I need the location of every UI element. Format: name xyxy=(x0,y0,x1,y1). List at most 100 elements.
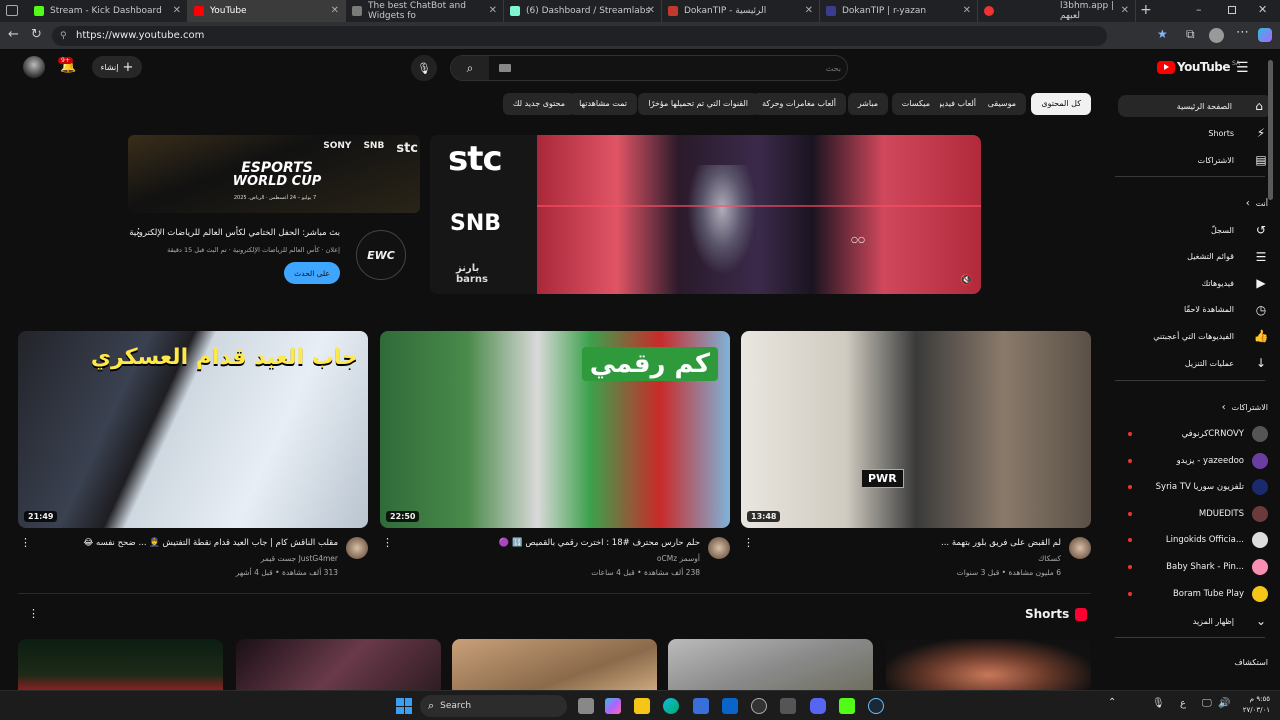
chip-filter[interactable]: مباشر xyxy=(847,93,888,115)
video-channel[interactable]: JustG4mer جست قيمر xyxy=(261,554,338,563)
tab-kick-dashboard[interactable]: Stream - Kick Dashboard ✕ xyxy=(28,0,188,22)
url-field[interactable]: ⚲ https://www.youtube.com xyxy=(52,26,1107,46)
channel-avatar[interactable] xyxy=(346,537,368,559)
discord-icon[interactable] xyxy=(810,698,826,714)
tab-close-icon[interactable]: ✕ xyxy=(1121,5,1129,16)
sidebar-subscription[interactable]: كرنوفيCRNOVY xyxy=(1122,423,1268,445)
tab-close-icon[interactable]: ✕ xyxy=(963,5,971,16)
store-icon[interactable] xyxy=(693,698,709,714)
new-tab-button[interactable]: + xyxy=(1140,2,1152,18)
close-window-button[interactable]: ✕ xyxy=(1258,3,1267,16)
sidebar-item[interactable]: ▶ فيديوهاتك xyxy=(1122,272,1268,294)
outlook-icon[interactable] xyxy=(722,698,738,714)
clock[interactable]: ٩:٥٥ م ٢٧/٠٣/٠١ xyxy=(1236,694,1270,716)
sidebar-you-header[interactable]: أنت › xyxy=(1122,192,1268,214)
channel-avatar[interactable] xyxy=(708,537,730,559)
obs-icon[interactable] xyxy=(751,698,767,714)
create-button[interactable]: + إنشاء xyxy=(92,56,142,78)
tab-close-icon[interactable]: ✕ xyxy=(331,5,339,16)
video-title[interactable]: مقلب الناقش كام | جاب العيد قدام نقطة ال… xyxy=(83,538,338,548)
tab-close-icon[interactable]: ✕ xyxy=(489,5,497,16)
short-thumbnail[interactable] xyxy=(886,639,1091,690)
steam-icon[interactable] xyxy=(868,698,884,714)
tab-youtube[interactable]: YouTube ✕ xyxy=(188,0,346,22)
edge-icon[interactable] xyxy=(663,698,679,714)
video-card[interactable]: كم رقمي 22:50 حلم حارس محترف #18 : اخترت ر… xyxy=(380,331,730,577)
file-explorer-icon[interactable] xyxy=(634,698,650,714)
page-scrollbar[interactable] xyxy=(1268,60,1273,200)
tab-close-icon[interactable]: ✕ xyxy=(805,5,813,16)
microphone-tray-icon[interactable]: 🎙 xyxy=(1152,698,1165,709)
sidebar-item[interactable]: ▤ الاشتراكات xyxy=(1122,149,1268,171)
search-input[interactable] xyxy=(495,58,841,78)
mute-icon[interactable]: 🔇 xyxy=(960,275,972,286)
sidebar-item[interactable]: ⌂ الصفحة الرئيسية xyxy=(1118,95,1272,117)
sidebar-subscription[interactable]: MDUEDITS xyxy=(1122,503,1268,525)
youtube-logo[interactable]: YouTube SA xyxy=(1157,60,1240,74)
featured-cta-button[interactable]: على الحدث xyxy=(284,262,340,284)
volume-icon[interactable]: 🔊 xyxy=(1218,698,1230,709)
featured-video-player[interactable]: stc SNB بارنز barns ○○ 🔇 xyxy=(430,135,981,294)
tray-chevron-icon[interactable]: ⌃ xyxy=(1108,697,1116,708)
video-title[interactable]: لم القبض على فريق بلور بتهمة ... xyxy=(941,538,1061,548)
settings-more-icon[interactable]: ⋯ xyxy=(1236,25,1249,40)
sidebar-subscriptions-header[interactable]: الاشتراكات › xyxy=(1122,396,1268,418)
sidebar-item[interactable]: ↺ السجلّ xyxy=(1122,219,1268,241)
channel-avatar[interactable] xyxy=(1069,537,1091,559)
section-more-icon[interactable]: ⋮ xyxy=(28,607,39,620)
chip-filter[interactable]: ألعاب مغامرات وحركة xyxy=(752,93,846,115)
short-thumbnail[interactable] xyxy=(452,639,657,690)
featured-banner[interactable]: SONY SNB stc ESPORTS WORLD CUP 7 يوليو –… xyxy=(128,135,420,213)
sidebar-subscription[interactable]: Syria TV تلفزيون سوريا xyxy=(1122,476,1268,498)
tab-dokantip-home[interactable]: DokanTIP - الرئيسية ✕ xyxy=(662,0,820,22)
featured-title[interactable]: بث مباشر: الحفل الختامي لكأس العالم للري… xyxy=(129,228,340,238)
collections-icon[interactable]: ⧉ xyxy=(1186,27,1195,42)
task-view-icon[interactable] xyxy=(578,698,594,714)
site-info-icon[interactable]: ⚲ xyxy=(60,26,67,46)
tab-close-icon[interactable]: ✕ xyxy=(173,5,181,16)
tab-chatbot-widgets[interactable]: The best ChatBot and Widgets fo ✕ xyxy=(346,0,504,22)
featured-channel-logo[interactable]: EWC xyxy=(356,230,406,280)
sidebar-item[interactable]: ⚡ Shorts xyxy=(1122,122,1268,144)
keyboard-language[interactable]: ع xyxy=(1180,698,1186,709)
voice-search-button[interactable]: 🎙 xyxy=(411,55,437,81)
maximize-button[interactable] xyxy=(1228,6,1236,14)
chip-filter[interactable]: كل المحتوى xyxy=(1031,93,1091,115)
video-more-icon[interactable]: ⋮ xyxy=(743,536,754,549)
sidebar-item[interactable]: ☰ قوائم التشغيل xyxy=(1122,246,1268,268)
app-icon[interactable] xyxy=(780,698,796,714)
video-thumbnail[interactable]: جاب العيد قدام العسكري 21:49 xyxy=(18,331,368,528)
tab-actions-icon[interactable] xyxy=(6,5,18,16)
video-more-icon[interactable]: ⋮ xyxy=(382,536,393,549)
sidebar-subscription[interactable]: Lingokids Officia... xyxy=(1122,529,1268,551)
keyboard-icon[interactable] xyxy=(499,64,511,72)
sidebar-subscription[interactable]: يزيدو - yazeedoo xyxy=(1122,450,1268,472)
video-channel[interactable]: كسكاك xyxy=(1038,554,1061,563)
profile-avatar[interactable] xyxy=(1209,28,1224,43)
reload-icon[interactable]: ↻ xyxy=(31,27,42,42)
show-more-button[interactable]: ⌄ إظهار المزيد xyxy=(1122,610,1268,632)
sidebar-item[interactable]: ↓ عمليات التنزيل xyxy=(1122,352,1268,374)
short-thumbnail[interactable] xyxy=(668,639,873,690)
video-card[interactable]: PWR 13:48 لم القبض على فريق بلور بتهمة ...… xyxy=(741,331,1091,577)
video-thumbnail[interactable]: PWR 13:48 xyxy=(741,331,1091,528)
search-button[interactable]: ⌕ xyxy=(451,56,489,80)
favorite-star-icon[interactable]: ★ xyxy=(1157,27,1168,41)
short-thumbnail[interactable] xyxy=(236,639,441,690)
tab-close-icon[interactable]: ✕ xyxy=(647,5,655,16)
video-card[interactable]: جاب العيد قدام العسكري 21:49 مقلب الناقش ك… xyxy=(18,331,368,577)
back-icon[interactable]: ← xyxy=(8,27,19,42)
tab-streamlabs[interactable]: (6) Dashboard / Streamlabs ✕ xyxy=(504,0,662,22)
sidebar-item[interactable]: 👍 الفيديوهات التي أعجبتني xyxy=(1122,325,1268,347)
taskbar-search[interactable]: ⌕ Search xyxy=(420,695,567,717)
chip-filter[interactable]: تمت مشاهدتها xyxy=(569,93,637,115)
sidebar-item[interactable]: ◷ المشاهدة لاحقًا xyxy=(1122,299,1268,321)
chip-filter[interactable]: القنوات التي تم تحميلها مؤخرًا xyxy=(638,93,758,115)
video-title[interactable]: حلم حارس محترف #18 : اخترت رقمي بالقميص … xyxy=(499,538,700,548)
kick-app-icon[interactable] xyxy=(839,698,855,714)
network-icon[interactable]: 🖵 xyxy=(1202,698,1212,709)
chip-filter[interactable]: محتوى جديد لك xyxy=(502,93,575,115)
chip-filter[interactable]: ميكسات xyxy=(891,93,940,115)
sidebar-subscription[interactable]: Boram Tube Play xyxy=(1122,583,1268,605)
minimize-button[interactable]: – xyxy=(1196,3,1202,16)
